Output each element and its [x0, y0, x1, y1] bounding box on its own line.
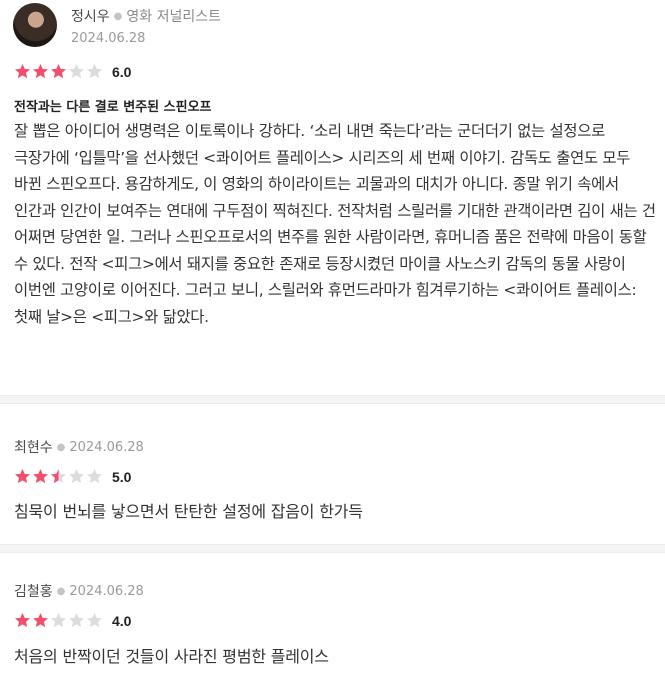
- review-meta: 최현수 ● 2024.06.28: [14, 437, 144, 457]
- section-divider: [0, 395, 665, 404]
- star-icon: [69, 613, 84, 628]
- author-name[interactable]: 김철홍: [14, 581, 53, 601]
- rating: 4.0: [14, 612, 131, 629]
- separator-dot: ●: [56, 441, 66, 453]
- review-card: 정시우 ● 영화 저널리스트 2024.06.28 6.0 전작과는 다른 결로…: [0, 0, 665, 395]
- review-body: 잘 뽑은 아이디어 생명력은 이토록이나 강하다. ‘소리 내면 죽는다’라는 …: [14, 122, 656, 326]
- author-name[interactable]: 최현수: [14, 437, 53, 457]
- review-date: 2024.06.28: [71, 31, 146, 46]
- star-icon: [87, 64, 102, 79]
- review-body: 처음의 반짝이던 것들이 사라진 평범한 플레이스: [14, 647, 329, 666]
- star-icon: [15, 469, 30, 484]
- star-icon: [69, 469, 84, 484]
- review-title: 전작과는 다른 결로 변주된 스핀오프: [14, 100, 212, 115]
- star-rating: [14, 63, 104, 80]
- section-divider: [0, 544, 665, 553]
- author-name[interactable]: 정시우: [71, 6, 110, 26]
- star-icon: [51, 64, 66, 79]
- review-meta: 정시우 ● 영화 저널리스트: [71, 6, 221, 26]
- avatar[interactable]: [13, 3, 57, 47]
- separator-dot: ●: [56, 585, 66, 597]
- star-icon: [69, 64, 84, 79]
- star-icon: [51, 613, 66, 628]
- star-icon: [51, 469, 66, 484]
- star-icon: [33, 613, 48, 628]
- star-icon: [87, 469, 102, 484]
- star-rating: [14, 468, 104, 485]
- star-icon: [87, 613, 102, 628]
- review-meta: 김철홍 ● 2024.06.28: [14, 581, 144, 601]
- separator-dot: ●: [113, 10, 123, 22]
- rating-score: 5.0: [112, 468, 132, 485]
- review-body: 침묵이 번뇌를 낳으면서 탄탄한 설정에 잡음이 한가득: [14, 502, 363, 521]
- rating-score: 6.0: [112, 63, 132, 80]
- star-rating: [14, 612, 104, 629]
- review-date: 2024.06.28: [69, 583, 144, 599]
- review-card: 김철홍 ● 2024.06.28 4.0 처음의 반짝이던 것들이 사라진 평범…: [0, 553, 665, 678]
- rating-score: 4.0: [112, 612, 132, 629]
- review-date: 2024.06.28: [69, 439, 144, 455]
- rating: 5.0: [14, 468, 131, 485]
- star-icon: [15, 613, 30, 628]
- review-card: 최현수 ● 2024.06.28 5.0 침묵이 번뇌를 낳으면서 탄탄한 설정…: [0, 404, 665, 544]
- rating: 6.0: [14, 63, 131, 80]
- star-icon: [33, 469, 48, 484]
- star-icon: [33, 64, 48, 79]
- author-job: 영화 저널리스트: [126, 9, 221, 25]
- star-icon: [15, 64, 30, 79]
